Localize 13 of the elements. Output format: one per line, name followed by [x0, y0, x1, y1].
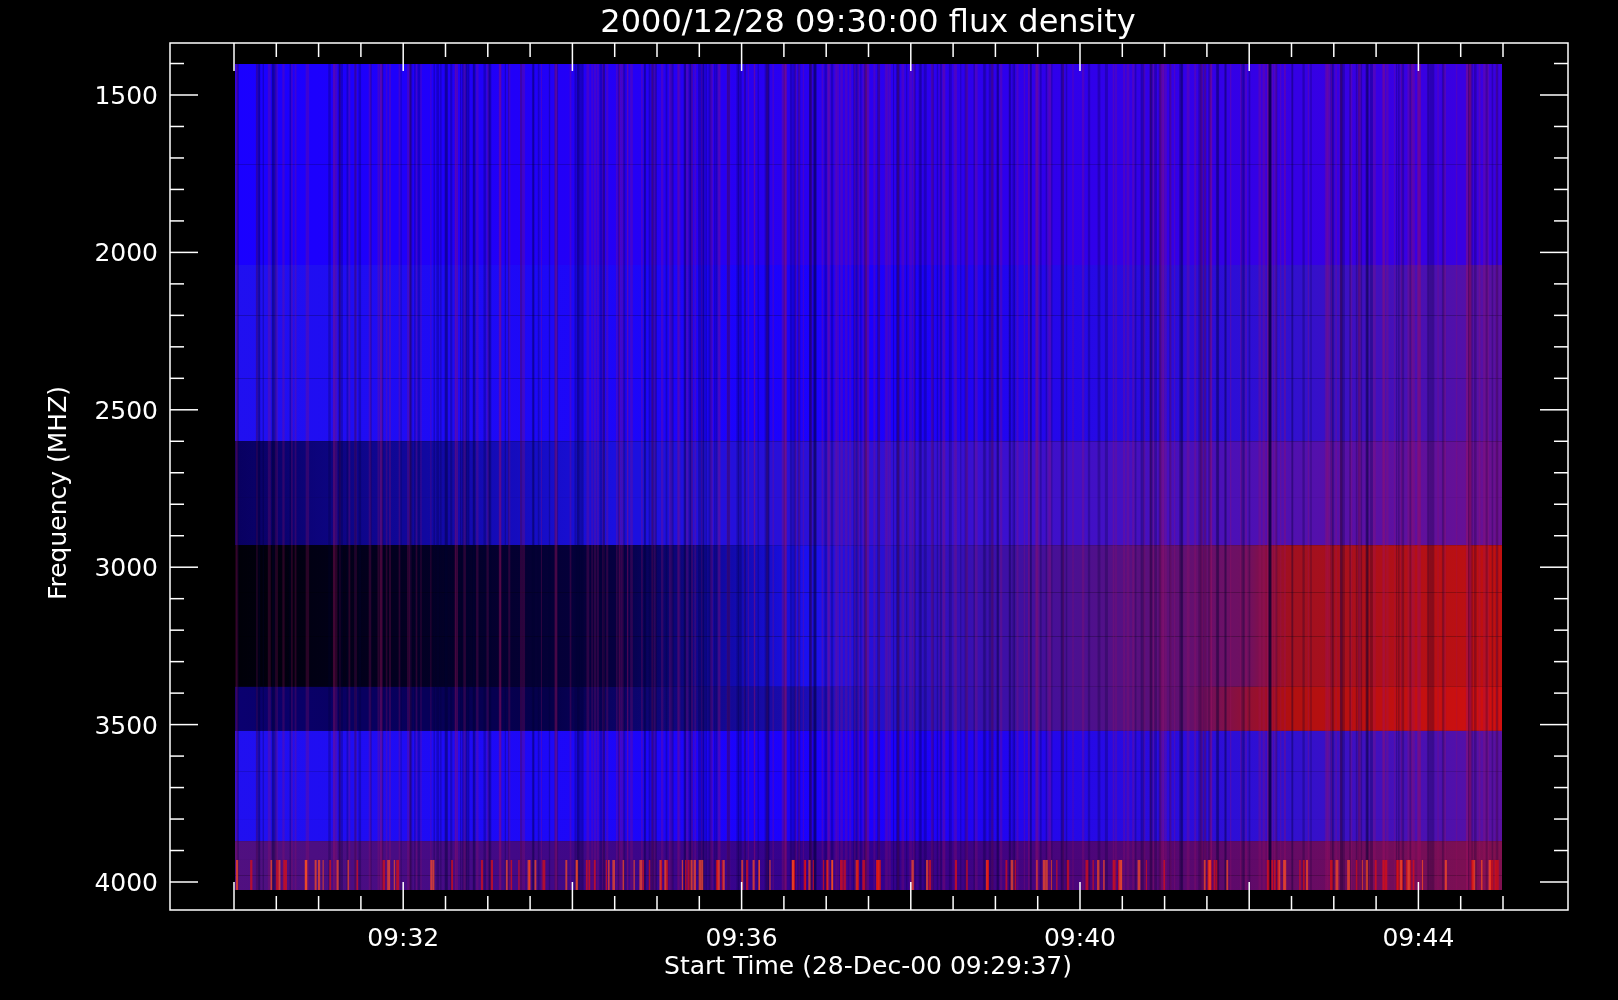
- plot-title: 2000/12/28 09:30:00 flux density: [600, 2, 1136, 40]
- x-tick-label: 09:36: [705, 923, 778, 952]
- x-tick-label: 09:32: [367, 923, 440, 952]
- y-tick-label: 2500: [94, 395, 158, 425]
- x-tick-label: 09:40: [1044, 923, 1116, 952]
- x-axis-label: Start Time (28-Dec-00 09:29:37): [664, 951, 1072, 980]
- y-axis-label: Frequency (MHZ): [43, 385, 72, 601]
- y-tick-label: 3000: [94, 553, 158, 583]
- y-tick-label: 3500: [94, 710, 158, 740]
- y-tick-label: 4000: [94, 868, 158, 897]
- y-tick-label: 1500: [94, 81, 158, 110]
- x-tick-label: 09:44: [1382, 923, 1455, 952]
- y-tick-label: 2000: [94, 238, 158, 268]
